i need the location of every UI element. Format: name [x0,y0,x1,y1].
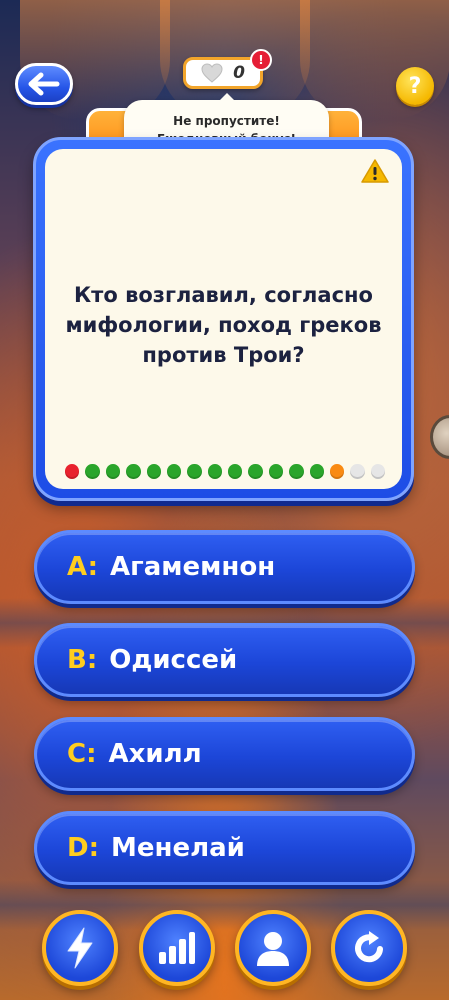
answer-b-letter: B: [67,645,98,675]
arrow-left-icon [28,72,60,96]
answer-c-text: Ахилл [108,739,202,769]
progress-dot-green [166,463,182,479]
help-button[interactable]: ? [396,67,434,105]
progress-dot-green [207,463,222,479]
bar-chart-icon [159,932,195,964]
lifeline-poll-button[interactable] [139,910,215,986]
progress-dot-green [105,463,121,479]
question-progress [65,463,385,479]
progress-dot-white [350,463,365,479]
answer-d-text: Менелай [110,833,245,863]
progress-dot-green [146,463,161,479]
person-icon [257,932,289,966]
progress-dot-green [85,463,100,479]
hearts-count: 0 [233,63,245,83]
answer-a-letter: A: [67,552,99,582]
warning-icon[interactable] [360,158,390,184]
side-avatar [430,415,449,459]
answer-c-button[interactable]: C: Ахилл [34,717,415,791]
help-label: ? [408,73,422,99]
back-button[interactable] [15,63,73,105]
answer-d-letter: D: [67,833,99,863]
alert-badge: ! [250,49,272,71]
answer-b-text: Одиссей [109,645,238,675]
answer-a-button[interactable]: A: Агамемнон [34,530,415,604]
progress-dot-green [248,463,263,479]
refresh-icon [355,931,383,963]
lifeline-boost-button[interactable] [42,910,118,986]
heart-icon [201,63,223,83]
progress-dot-white [370,463,385,479]
lightning-icon [67,927,93,969]
answer-d-button[interactable]: D: Менелай [34,811,415,885]
lifeline-swap-button[interactable] [331,910,407,986]
progress-dot-orange [329,463,345,479]
progress-dot-green [228,463,243,479]
lifeline-friend-button[interactable] [235,910,311,986]
answer-c-letter: C: [67,739,97,769]
progress-dot-green [126,463,141,479]
progress-dot-green [268,463,284,479]
answer-a-text: Агамемнон [110,552,276,582]
answer-b-button[interactable]: B: Одиссей [34,623,415,697]
tooltip-line-1: Не пропустите! [173,114,280,128]
progress-dot-green [289,463,304,479]
progress-dot-red [65,463,80,479]
progress-dot-green [309,463,324,479]
question-text: Кто возглавил, согласно мифологии, поход… [65,283,382,367]
progress-dot-green [187,463,202,479]
